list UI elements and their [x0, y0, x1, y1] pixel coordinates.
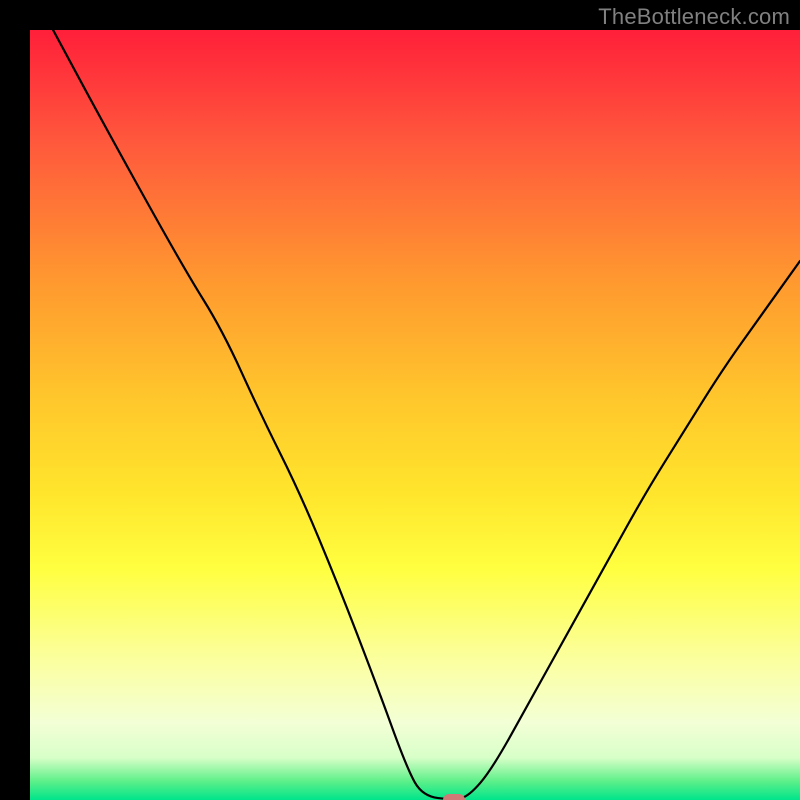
- chart-svg: [30, 30, 800, 800]
- gradient-background: [30, 30, 800, 800]
- watermark-text: TheBottleneck.com: [598, 4, 790, 30]
- chart-container: TheBottleneck.com: [0, 0, 800, 800]
- plot-area: [30, 30, 800, 800]
- optimum-marker: [443, 794, 465, 800]
